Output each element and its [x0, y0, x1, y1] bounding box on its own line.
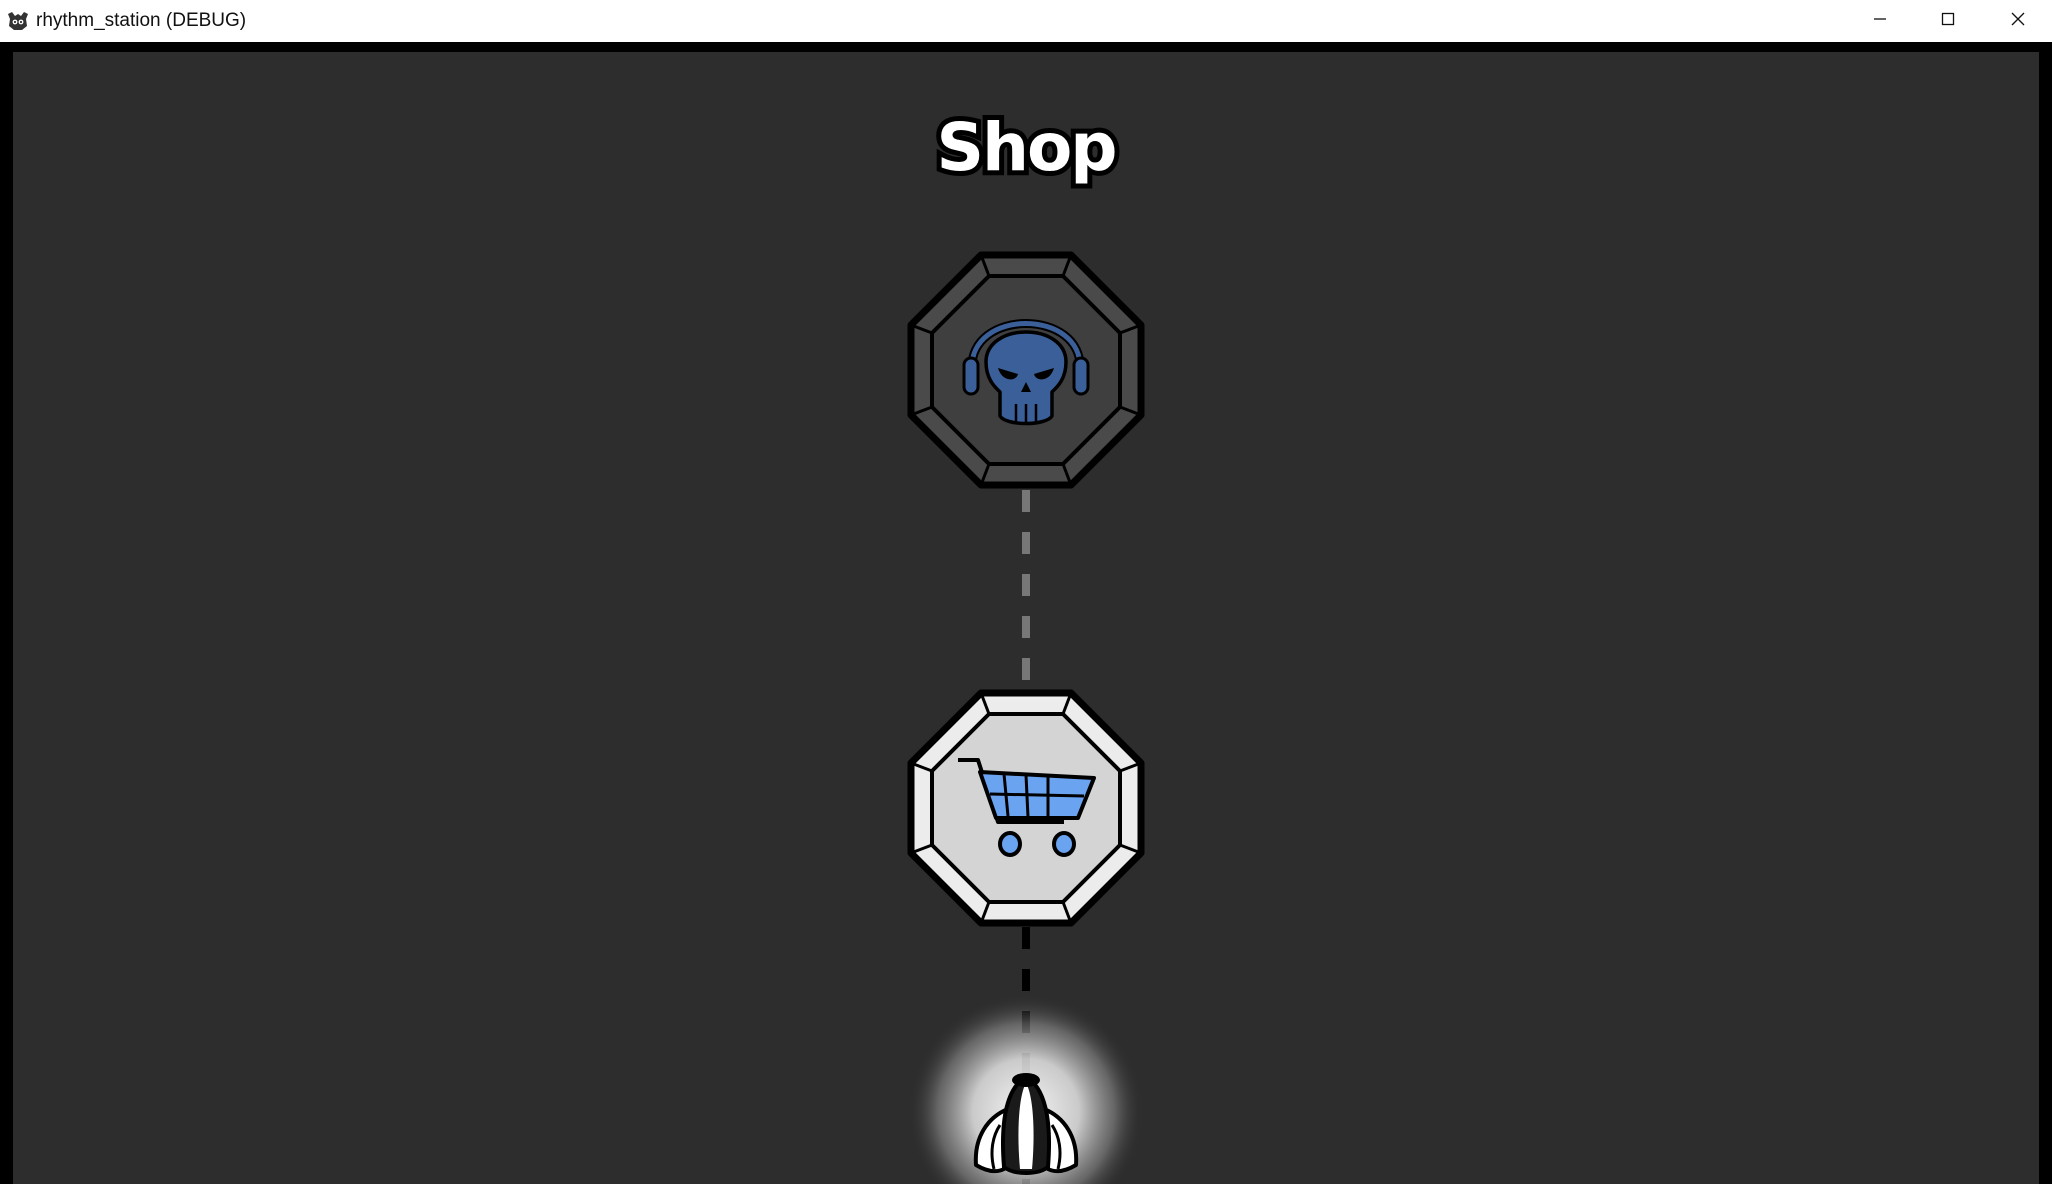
close-icon [2010, 11, 2026, 31]
window-title: rhythm_station (DEBUG) [36, 10, 247, 31]
maximize-icon [1940, 11, 1956, 31]
godot-icon [6, 10, 30, 32]
window-titlebar: rhythm_station (DEBUG) [0, 0, 2052, 42]
level-map [907, 251, 1145, 1184]
game-viewport: Shop [13, 52, 2039, 1184]
shop-node[interactable] [907, 689, 1145, 927]
close-button[interactable] [1984, 0, 2052, 42]
boss-level-node[interactable] [907, 251, 1145, 489]
minimize-button[interactable] [1846, 0, 1914, 42]
minimize-icon [1872, 11, 1888, 31]
maximize-button[interactable] [1914, 0, 1982, 42]
